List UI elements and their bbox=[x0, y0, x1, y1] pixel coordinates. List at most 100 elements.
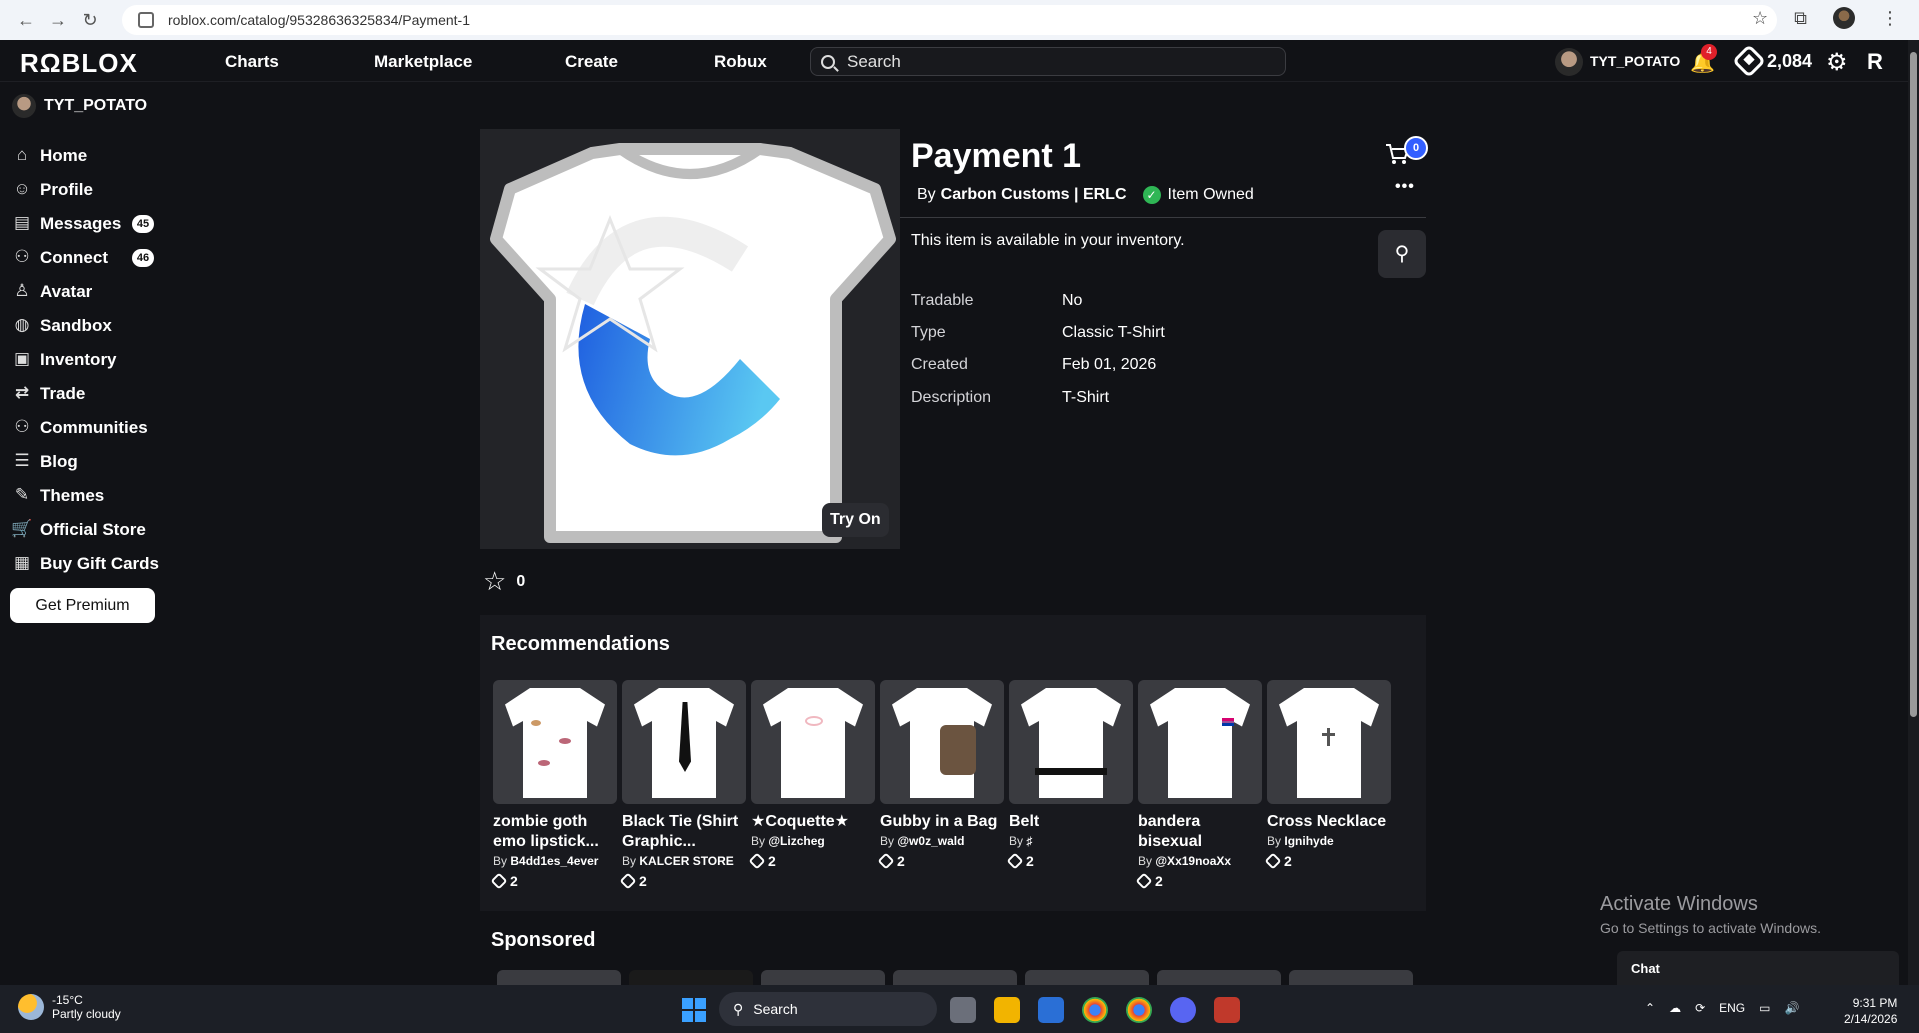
item-name[interactable]: ★Coquette★ bbox=[751, 812, 875, 832]
chrome-icon[interactable] bbox=[1082, 997, 1108, 1023]
item-name[interactable]: Cross Necklace bbox=[1267, 812, 1391, 832]
search-box[interactable] bbox=[810, 47, 1286, 76]
item-name[interactable]: zombie goth emo lipstick... bbox=[493, 812, 617, 852]
creator-name[interactable]: @Lizcheg bbox=[768, 834, 824, 848]
item-thumbnail[interactable] bbox=[1009, 680, 1133, 804]
item-thumbnail[interactable] bbox=[880, 680, 1004, 804]
clock[interactable]: 9:31 PM 2/14/2026 bbox=[1844, 995, 1897, 1027]
sponsored-tile[interactable] bbox=[1157, 970, 1281, 985]
recommendation-card[interactable]: Black Tie (Shirt Graphic... By KALCER STO… bbox=[619, 680, 746, 890]
sponsored-tile[interactable] bbox=[629, 970, 753, 985]
creator-name[interactable]: @Xx19noaXx bbox=[1155, 854, 1231, 868]
recommendation-card[interactable]: Cross Necklace By Ignihyde 2 bbox=[1264, 680, 1391, 870]
volume-icon[interactable]: 🔊 bbox=[1784, 1001, 1799, 1015]
file-explorer-icon[interactable] bbox=[994, 997, 1020, 1023]
sidebar-item-home[interactable]: ⌂ Home bbox=[10, 139, 170, 173]
creator-name[interactable]: ♯ bbox=[1026, 834, 1032, 848]
language-indicator[interactable]: ENG bbox=[1719, 1001, 1745, 1015]
sidebar-item-communities[interactable]: ⚇ Communities bbox=[10, 411, 170, 445]
creator-name[interactable]: Ignihyde bbox=[1284, 834, 1333, 848]
extensions-icon[interactable]: ⧉ bbox=[1794, 8, 1807, 29]
recommendation-card[interactable]: bandera bisexual By @Xx19noaXx 2 bbox=[1135, 680, 1262, 890]
creator-name[interactable]: @w0z_wald bbox=[897, 834, 964, 848]
task-view-icon[interactable] bbox=[950, 997, 976, 1023]
try-on-button[interactable]: Try On bbox=[822, 503, 889, 537]
nav-charts[interactable]: Charts bbox=[225, 52, 279, 72]
page-scrollbar[interactable] bbox=[1908, 40, 1919, 985]
sidebar-item-trade[interactable]: ⇄ Trade bbox=[10, 377, 170, 411]
robux-balance[interactable]: 2,084 bbox=[1767, 51, 1812, 72]
creator-link[interactable]: Carbon Customs | ERLC bbox=[941, 186, 1127, 204]
sponsored-tile[interactable] bbox=[893, 970, 1017, 985]
browser-profile-avatar[interactable] bbox=[1833, 7, 1855, 29]
site-info-icon[interactable] bbox=[138, 12, 154, 28]
recommendation-card[interactable]: Gubby in a Bag By @w0z_wald 2 bbox=[877, 680, 1004, 870]
windows-start-icon[interactable] bbox=[682, 998, 706, 1022]
cloud-icon[interactable]: ☁ bbox=[1669, 1001, 1681, 1015]
search-input[interactable] bbox=[847, 51, 1247, 72]
sidebar-item-label: Profile bbox=[40, 180, 93, 199]
favorite-control[interactable]: ☆ 0 bbox=[483, 566, 525, 597]
sidebar-item-messages[interactable]: ▤ Messages 45 bbox=[10, 207, 170, 241]
browser-menu-icon[interactable]: ⋮ bbox=[1881, 8, 1899, 29]
reload-icon[interactable]: ↻ bbox=[74, 10, 106, 31]
sidebar-item-profile[interactable]: ☺ Profile bbox=[10, 173, 170, 207]
store-icon[interactable] bbox=[1038, 997, 1064, 1023]
item-thumbnail[interactable] bbox=[1138, 680, 1262, 804]
roblox-r-icon[interactable]: R bbox=[1867, 49, 1883, 75]
chevron-up-icon[interactable]: ⌃ bbox=[1645, 1001, 1655, 1015]
sponsored-tile[interactable] bbox=[1289, 970, 1413, 985]
more-options-icon[interactable]: ••• bbox=[1395, 178, 1415, 196]
get-premium-button[interactable]: Get Premium bbox=[10, 588, 155, 623]
topbar-avatar[interactable] bbox=[1555, 48, 1583, 76]
sidebar-item-themes[interactable]: ✎ Themes bbox=[10, 479, 170, 513]
recommendation-card[interactable]: ★Coquette★ By @Lizcheg 2 bbox=[748, 680, 875, 870]
item-thumbnail[interactable] bbox=[1267, 680, 1391, 804]
item-name[interactable]: bandera bisexual bbox=[1138, 812, 1262, 852]
nav-robux[interactable]: Robux bbox=[714, 52, 767, 72]
item-name[interactable]: Gubby in a Bag bbox=[880, 812, 1004, 832]
star-icon[interactable]: ☆ bbox=[483, 566, 506, 597]
sidebar-item-sandbox[interactable]: ◍ Sandbox bbox=[10, 309, 170, 343]
sync-icon[interactable]: ⟳ bbox=[1695, 1001, 1705, 1015]
robux-icon[interactable] bbox=[1732, 44, 1766, 78]
back-arrow-icon[interactable]: ← bbox=[10, 10, 42, 31]
bookmark-star-icon[interactable]: ☆ bbox=[1752, 8, 1768, 29]
chat-bar[interactable]: Chat bbox=[1617, 951, 1899, 985]
app-icon[interactable] bbox=[1214, 997, 1240, 1023]
sidebar-item-official-store[interactable]: 🛒 Official Store bbox=[10, 513, 170, 547]
sidebar-item-blog[interactable]: ☰ Blog bbox=[10, 445, 170, 479]
sidebar-item-avatar[interactable]: ♙ Avatar bbox=[10, 275, 170, 309]
chrome-active-icon[interactable] bbox=[1126, 997, 1152, 1023]
item-thumbnail[interactable] bbox=[493, 680, 617, 804]
network-icon[interactable]: ▭ bbox=[1759, 1001, 1770, 1015]
topbar-username[interactable]: TYT_POTATO bbox=[1590, 53, 1680, 69]
sponsored-tile[interactable] bbox=[497, 970, 621, 985]
nav-marketplace[interactable]: Marketplace bbox=[374, 52, 472, 72]
recommendation-card[interactable]: Belt By ♯ 2 bbox=[1006, 680, 1133, 870]
scrollbar-thumb[interactable] bbox=[1910, 52, 1917, 717]
nav-create[interactable]: Create bbox=[565, 52, 618, 72]
creator-name[interactable]: KALCER STORE bbox=[639, 854, 733, 868]
roblox-logo[interactable]: RΩBLOX bbox=[20, 48, 138, 79]
weather-widget[interactable]: -15°C Partly cloudy bbox=[18, 993, 121, 1021]
taskbar-search[interactable]: ⚲ Search bbox=[719, 992, 937, 1026]
settings-gear-icon[interactable]: ⚙ bbox=[1826, 48, 1848, 77]
discord-icon[interactable] bbox=[1170, 997, 1196, 1023]
sidebar-item-inventory[interactable]: ▣ Inventory bbox=[10, 343, 170, 377]
item-name[interactable]: Belt bbox=[1009, 812, 1133, 832]
sidebar-item-connect[interactable]: ⚇ Connect 46 bbox=[10, 241, 170, 275]
lock-icon[interactable]: ⚲ bbox=[1378, 230, 1426, 278]
forward-arrow-icon[interactable]: → bbox=[42, 10, 74, 31]
sidebar-user[interactable]: TYT_POTATO bbox=[12, 94, 147, 118]
sponsored-tile[interactable] bbox=[761, 970, 885, 985]
sponsored-tile[interactable] bbox=[1025, 970, 1149, 985]
sidebar-item-buy-gift-cards[interactable]: ▦ Buy Gift Cards bbox=[10, 547, 170, 581]
item-name[interactable]: Black Tie (Shirt Graphic... bbox=[622, 812, 746, 852]
creator-name[interactable]: B4dd1es_4ever bbox=[510, 854, 598, 868]
recommendation-card[interactable]: zombie goth emo lipstick... By B4dd1es_4e… bbox=[490, 680, 617, 890]
item-thumbnail[interactable] bbox=[751, 680, 875, 804]
address-bar[interactable]: roblox.com/catalog/95328636325834/Paymen… bbox=[122, 5, 1777, 35]
windows-taskbar: -15°C Partly cloudy ⚲ Search ⌃ ☁ ⟳ ENG ▭… bbox=[0, 985, 1919, 1033]
item-thumbnail[interactable] bbox=[622, 680, 746, 804]
